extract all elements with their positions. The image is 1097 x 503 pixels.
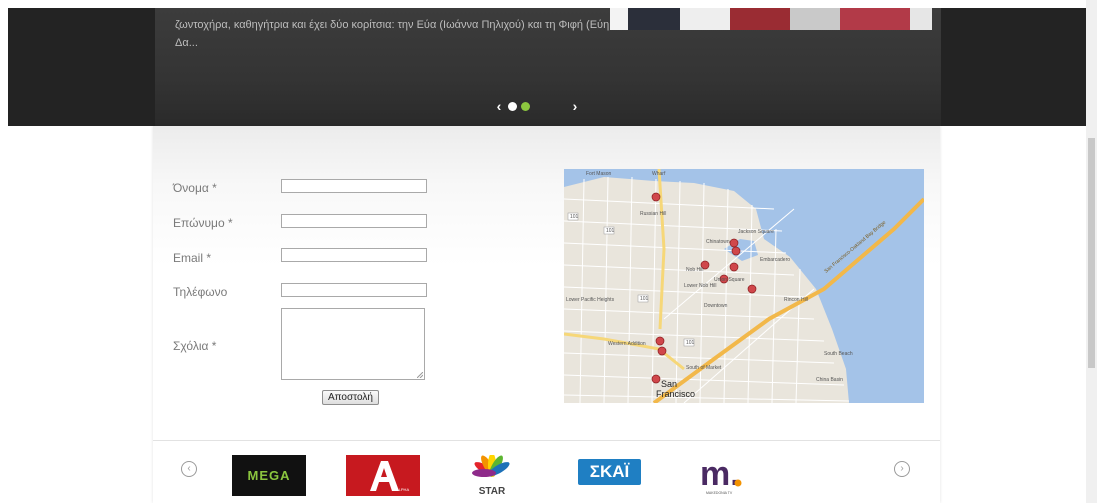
scrollbar-thumb[interactable]	[1088, 138, 1095, 368]
comments-textarea[interactable]	[281, 308, 425, 380]
contact-section: Όνομα * Επώνυμο * Email * Τηλέφωνο Σχόλι…	[153, 126, 940, 503]
comments-label: Σχόλια *	[173, 339, 217, 353]
email-label: Email *	[173, 251, 212, 265]
phone-label: Τηλέφωνο	[173, 285, 228, 299]
map-label-wharf: Wharf	[652, 171, 666, 177]
map-highway-label-4: 101	[606, 228, 615, 234]
phone-field[interactable]	[281, 283, 427, 297]
map-label-embarcadero: Embarcadero	[760, 257, 790, 263]
map-label-chinatown: Chinatown	[706, 239, 730, 245]
first-name-label: Όνομα *	[173, 181, 217, 195]
section-divider	[153, 440, 940, 441]
hero-slide: ζωντοχήρα, καθηγήτρια και έχει δύο κορίτ…	[155, 8, 941, 126]
map-label-south-of-market: South of Market	[686, 365, 722, 371]
logo-skai-text: ΣΚΑΪ	[589, 462, 630, 481]
last-name-label: Επώνυμο *	[173, 216, 233, 230]
vertical-scrollbar[interactable]	[1086, 0, 1097, 503]
google-map[interactable]: Fort Mason Wharf Russian Hill Chinatown …	[564, 169, 924, 403]
logo-macedonia-subtext: MAKEDONIA TV	[706, 491, 733, 495]
submit-button[interactable]: Αποστολή	[322, 390, 379, 405]
resize-handle-icon[interactable]	[417, 372, 423, 378]
slider-dot-1[interactable]	[508, 101, 517, 111]
slider-prev-icon[interactable]: ‹	[492, 99, 506, 113]
first-name-field[interactable]	[281, 179, 427, 193]
map-label-rincon-hill: Rincon Hill	[784, 297, 808, 303]
hero-slide-image[interactable]	[610, 8, 932, 30]
map-label-lower-nob-hill: Lower Nob Hill	[684, 283, 717, 289]
map-label-downtown: Downtown	[704, 303, 728, 309]
logo-mega[interactable]: MEGA	[232, 455, 306, 496]
hero-slide-text: ζωντοχήρα, καθηγήτρια και έχει δύο κορίτ…	[175, 19, 610, 49]
map-label-south-beach: South Beach	[824, 351, 853, 357]
map-label-western-addition: Western Addition	[608, 341, 646, 347]
map-highway-label-1: 101	[570, 214, 579, 220]
slider-next-icon[interactable]: ›	[568, 99, 582, 113]
map-label-lower-pacific-heights: Lower Pacific Heights	[566, 297, 615, 303]
logo-star[interactable]: STAR	[462, 453, 522, 497]
map-label-jackson-square: Jackson Square	[738, 229, 774, 235]
map-label-union-square: Union Square	[714, 277, 745, 283]
email-field[interactable]	[281, 248, 427, 262]
alpha-mark-icon: ALPHA	[370, 461, 409, 492]
slider-dot-2-active[interactable]	[521, 101, 530, 111]
logo-alpha[interactable]: ALPHA	[346, 455, 420, 496]
logo-skai[interactable]: ΣΚΑΪ	[578, 459, 641, 485]
star-flower-icon: STAR	[472, 453, 510, 497]
hero-slider: ζωντοχήρα, καθηγήτρια και έχει δύο κορίτ…	[8, 8, 1086, 126]
map-canvas[interactable]: Fort Mason Wharf Russian Hill Chinatown …	[564, 169, 924, 403]
slider-navigation: ‹ ›	[492, 99, 582, 113]
map-label-nob-hill: Nob Hill	[686, 267, 704, 273]
page: ζωντοχήρα, καθηγήτρια και έχει δύο κορίτ…	[0, 0, 1097, 503]
logo-macedonia-tv[interactable]: m. MAKEDONIA TV	[698, 455, 748, 496]
logo-alpha-text: ALPHA	[396, 487, 409, 492]
logo-macedonia-text: m.	[700, 455, 740, 493]
map-highway-label-3: 101	[640, 296, 649, 302]
map-label-russian-hill: Russian Hill	[640, 211, 666, 217]
last-name-field[interactable]	[281, 214, 427, 228]
map-label-fort-mason: Fort Mason	[586, 171, 612, 177]
carousel-prev-icon[interactable]: ‹	[181, 461, 197, 477]
logo-mega-text: MEGA	[247, 468, 291, 483]
logo-star-text: STAR	[479, 486, 506, 496]
map-label-china-basin: China Basin	[816, 377, 843, 383]
carousel-next-icon[interactable]: ›	[894, 461, 910, 477]
map-city-label-2: Francisco	[656, 389, 695, 399]
macedonia-mark-icon: m. MAKEDONIA TV	[700, 455, 742, 495]
map-highway-label-2: 101	[686, 340, 695, 346]
map-city-label-1: San	[661, 379, 677, 389]
